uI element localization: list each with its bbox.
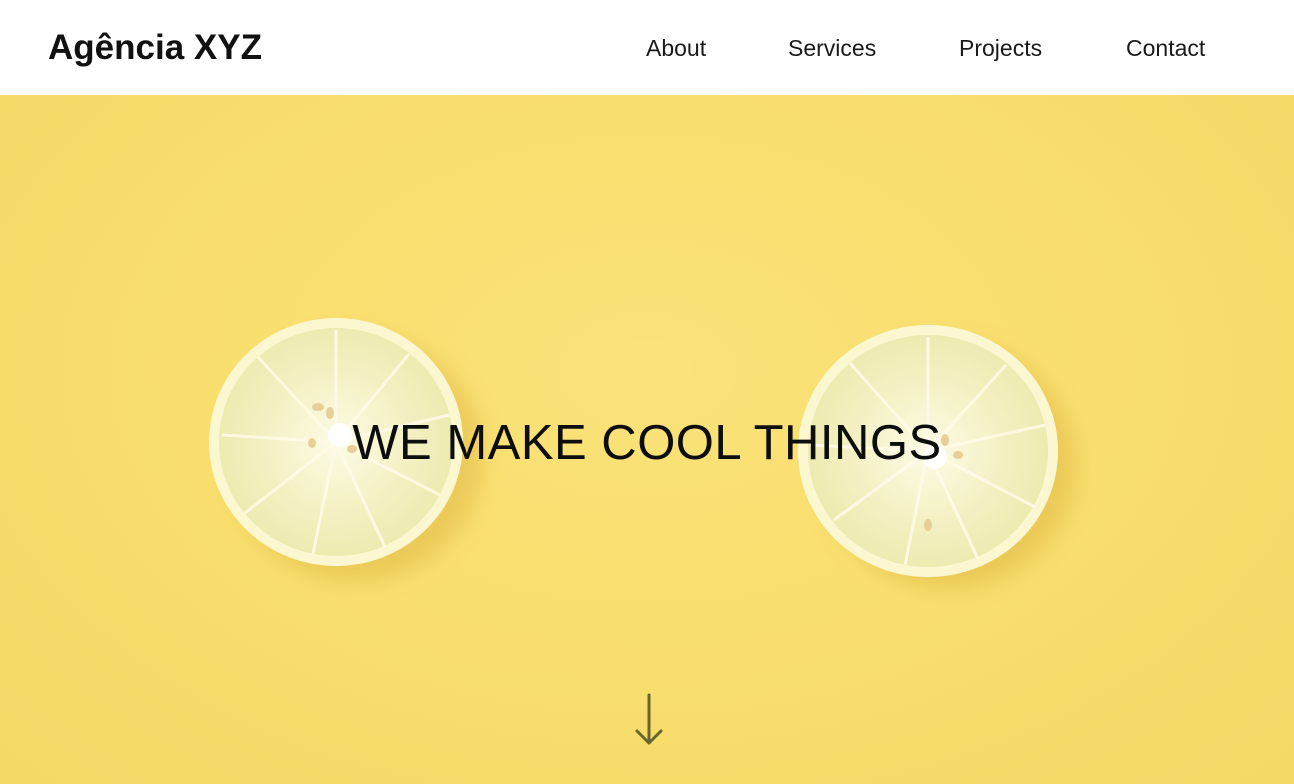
hero-headline: WE MAKE COOL THINGS	[352, 416, 942, 470]
arrow-down-icon[interactable]	[632, 693, 666, 749]
nav-link-about[interactable]: About	[646, 31, 706, 65]
nav-link-services[interactable]: Services	[788, 31, 876, 65]
site-logo[interactable]: Agência XYZ	[48, 26, 262, 70]
nav-link-projects[interactable]: Projects	[959, 31, 1042, 65]
nav-link-contact[interactable]: Contact	[1126, 31, 1205, 65]
hero-section: WE MAKE COOL THINGS	[0, 95, 1294, 784]
site-header: Agência XYZ About Services Projects Cont…	[0, 0, 1294, 95]
